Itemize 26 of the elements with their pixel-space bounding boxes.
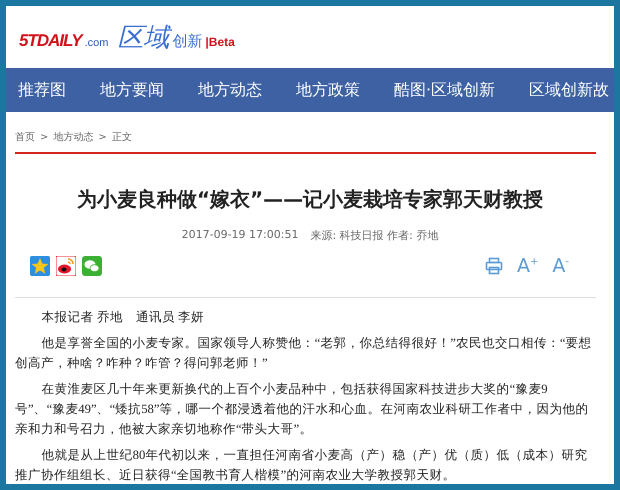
nav-tab[interactable]: 区域创新故 [527,80,612,100]
breadcrumb-separator: > [40,132,48,142]
logo-domain: .com [84,36,108,48]
nav-tab[interactable]: 推荐图 [16,80,68,100]
breadcrumb-link[interactable]: 首页 [15,130,35,144]
breadcrumb-separator: > [98,132,107,142]
nav-tab[interactable]: 地方政策 [294,80,362,100]
print-icon[interactable] [485,257,503,275]
weibo-icon[interactable] [56,256,76,276]
beta-label: |Beta [205,34,235,48]
nav-tab[interactable]: 地方要闻 [98,80,166,100]
breadcrumb-link[interactable]: 地方动态 [53,130,94,144]
article-title: 为小麦良种做“嫁衣”——记小麦栽培专家郭天财教授 [76,186,544,213]
paragraph: 他是享誉全国的小麦专家。国家领导人称赞他：“老郭，你总结得很好！”农民也交口相传：“要想创高产，种啥？咋种？咋管？得问郭老师！” [15,335,593,372]
nav-tab[interactable]: 地方动态 [196,80,264,100]
chat-icon[interactable] [82,256,102,276]
paragraph: 他就是从上世纪80年代初以来，一直担任河南省小麦高（产）稳（产）优（质）低（成本）研究推广协作组组长、近日获得“全国教书育人楷模”的河南农业大学教授郭天财。 [15,447,588,484]
logo-text: 5TDAILY [19,30,82,50]
byline: 本报记者 乔地 通讯员 李妍 [40,309,205,326]
star-icon[interactable] [30,256,50,276]
source-author: 来源: 科技日报 作者: 乔地 [310,228,438,243]
publish-time: 2017-09-19 17:00:51 [182,228,298,243]
site-logo[interactable]: 5TDAILY .com 区域创新 |Beta [19,20,235,54]
logo-subtitle: 创新 [172,32,202,50]
nav-tab[interactable]: 酷图·区域创新 [392,80,498,100]
paragraph: 在黄淮麦区几十年来更新换代的上百个小麦品种中，包括获得国家科技进步大奖的“豫麦9号”、“豫麦49”、“矮抗58”等，哪一个都浸透着他的汗水和心血。在河南农业科研工作者中，因为他的亲和力和号召力，他被大家亲切地称作“带头大哥”。 [15,381,590,438]
